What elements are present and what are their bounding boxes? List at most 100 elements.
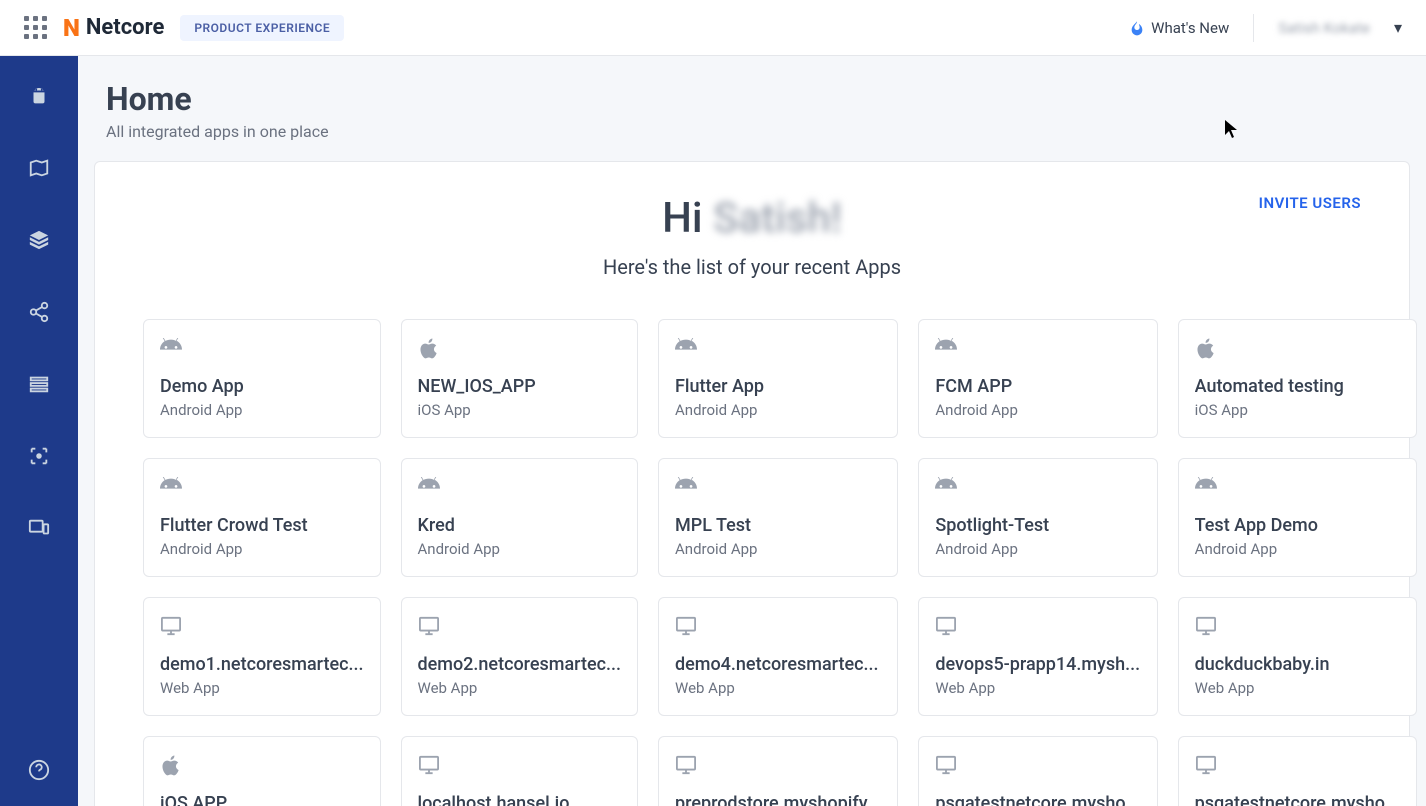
app-type: Android App: [675, 401, 881, 419]
app-type: Android App: [935, 401, 1140, 419]
layout: Home All integrated apps in one place IN…: [0, 56, 1426, 806]
android-icon: [418, 477, 622, 497]
app-name: Demo App: [160, 376, 364, 397]
web-icon: [935, 755, 1140, 775]
user-menu[interactable]: Satish Kokate: [1278, 19, 1370, 37]
app-name: Spotlight-Test: [935, 515, 1140, 536]
greeting-subtitle: Here's the list of your recent Apps: [143, 255, 1361, 279]
app-type: Android App: [675, 540, 881, 558]
app-card[interactable]: iOS APP: [143, 736, 381, 806]
app-card[interactable]: preprodstore.myshopify...: [658, 736, 898, 806]
app-name: Automated testing: [1195, 376, 1400, 397]
app-name: Kred: [418, 515, 622, 536]
app-card[interactable]: NEW_IOS_APP iOS App: [401, 319, 639, 438]
app-name: NEW_IOS_APP: [418, 376, 622, 397]
netcore-logo-icon: N: [63, 14, 80, 42]
web-icon: [675, 755, 881, 775]
whats-new-label: What's New: [1151, 19, 1229, 37]
android-icon: [160, 477, 364, 497]
app-card[interactable]: Test App DemoAndroid App: [1178, 458, 1417, 577]
app-card[interactable]: MPL Test Android App: [658, 458, 898, 577]
header-divider: [1253, 14, 1254, 42]
sidebar-focus-icon[interactable]: [27, 444, 51, 468]
app-name: psgatestnetcore.mysho...: [935, 793, 1140, 806]
app-card[interactable]: Spotlight-Test Android App: [918, 458, 1157, 577]
app-card[interactable]: FCM APPAndroid App: [918, 319, 1157, 438]
content-card: INVITE USERS Hi Satish! Here's the list …: [94, 161, 1410, 806]
app-card[interactable]: Automated testing iOS App: [1178, 319, 1417, 438]
invite-users-link[interactable]: INVITE USERS: [1259, 194, 1361, 212]
android-icon: [675, 477, 881, 497]
app-card[interactable]: psgatestnetcore.mysho...: [1178, 736, 1417, 806]
app-name: iOS APP: [160, 793, 364, 806]
app-type: Web App: [1195, 679, 1400, 697]
app-card[interactable]: localhost.hansel.io: [401, 736, 639, 806]
android-icon: [1195, 477, 1400, 497]
app-type: Web App: [935, 679, 1140, 697]
app-card[interactable]: Flutter App Android App: [658, 319, 898, 438]
app-name: duckduckbaby.in: [1195, 654, 1400, 675]
sidebar-help-icon[interactable]: [27, 758, 51, 782]
web-icon: [1195, 616, 1400, 636]
app-type: Web App: [418, 679, 622, 697]
app-card[interactable]: Demo App Android App: [143, 319, 381, 438]
app-type: Android App: [418, 540, 622, 558]
page-title: Home: [106, 80, 1410, 118]
app-type: Web App: [160, 679, 364, 697]
app-type: iOS App: [1195, 401, 1400, 419]
app-card[interactable]: demo2.netcoresmartec... Web App: [401, 597, 639, 716]
brand-name: Netcore: [86, 15, 164, 40]
whats-new-link[interactable]: What's New: [1129, 19, 1229, 37]
ios-icon: [1195, 338, 1400, 358]
user-name: Satish Kokate: [1278, 19, 1370, 37]
fire-icon: [1129, 20, 1145, 36]
apps-launcher-icon[interactable]: [24, 16, 47, 39]
app-name: preprodstore.myshopify...: [675, 793, 881, 806]
app-name: Flutter App: [675, 376, 881, 397]
greeting: Hi Satish!: [143, 194, 1361, 243]
app-card[interactable]: demo1.netcoresmartec...Web App: [143, 597, 381, 716]
app-name: MPL Test: [675, 515, 881, 536]
sidebar-device-icon[interactable]: [27, 516, 51, 540]
app-name: localhost.hansel.io: [418, 793, 622, 806]
brand-logo[interactable]: N Netcore: [63, 14, 164, 42]
app-type: iOS App: [418, 401, 622, 419]
sidebar: [0, 56, 78, 806]
sidebar-list-icon[interactable]: [27, 372, 51, 396]
page-header: Home All integrated apps in one place: [94, 80, 1410, 141]
app-type: Android App: [160, 540, 364, 558]
app-name: devops5-prapp14.mysh...: [935, 654, 1140, 675]
chevron-down-icon[interactable]: ▾: [1394, 18, 1402, 37]
android-icon: [935, 338, 1140, 358]
app-card[interactable]: devops5-prapp14.mysh... Web App: [918, 597, 1157, 716]
main-content: Home All integrated apps in one place IN…: [78, 56, 1426, 806]
app-card[interactable]: duckduckbaby.in Web App: [1178, 597, 1417, 716]
sidebar-android-icon[interactable]: [27, 84, 51, 108]
sidebar-layers-icon[interactable]: [27, 228, 51, 252]
product-badge: PRODUCT EXPERIENCE: [180, 15, 344, 41]
web-icon: [1195, 755, 1400, 775]
apps-grid: Demo App Android App NEW_IOS_APP iOS App Flu…: [143, 319, 1361, 806]
ios-icon: [418, 338, 622, 358]
app-card[interactable]: Flutter Crowd Test Android App: [143, 458, 381, 577]
header-left: N Netcore PRODUCT EXPERIENCE: [24, 14, 344, 42]
web-icon: [418, 616, 622, 636]
greeting-name: Satish!: [713, 194, 842, 243]
app-card[interactable]: Kred Android App: [401, 458, 639, 577]
app-card[interactable]: demo4.netcoresmartec...Web App: [658, 597, 898, 716]
ios-icon: [160, 755, 364, 775]
app-name: demo2.netcoresmartec...: [418, 654, 622, 675]
app-name: Flutter Crowd Test: [160, 515, 364, 536]
app-card[interactable]: psgatestnetcore.mysho...: [918, 736, 1157, 806]
sidebar-share-icon[interactable]: [27, 300, 51, 324]
app-type: Android App: [160, 401, 364, 419]
page-subtitle: All integrated apps in one place: [106, 122, 1410, 141]
app-type: Android App: [1195, 540, 1400, 558]
top-header: N Netcore PRODUCT EXPERIENCE What's New …: [0, 0, 1426, 56]
app-type: Web App: [675, 679, 881, 697]
sidebar-map-icon[interactable]: [27, 156, 51, 180]
header-right: What's New Satish Kokate ▾: [1129, 14, 1402, 42]
web-icon: [935, 616, 1140, 636]
web-icon: [418, 755, 622, 775]
app-type: Android App: [935, 540, 1140, 558]
